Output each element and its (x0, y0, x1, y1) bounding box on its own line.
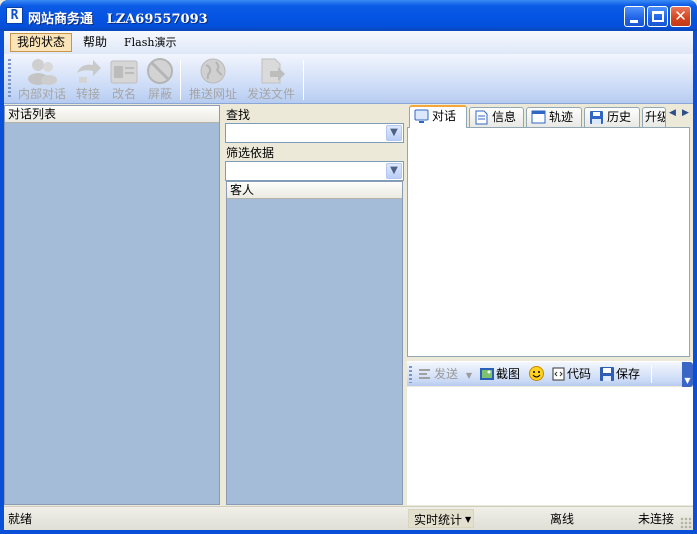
send-file-icon (261, 58, 285, 84)
tab-info[interactable]: 信息 (469, 107, 524, 127)
emoji-button[interactable] (529, 366, 546, 382)
send-label: 发送 (434, 367, 459, 381)
message-input[interactable] (407, 387, 693, 505)
toolbar-overflow-icon[interactable]: ▼ (682, 362, 693, 387)
transfer-button[interactable]: 转接 (72, 57, 104, 103)
guest-list[interactable]: 客人 (226, 181, 403, 505)
close-icon: ✕ (674, 7, 687, 25)
tab-chat[interactable]: 对话 (409, 105, 467, 128)
minimize-button[interactable] (624, 6, 645, 27)
chat-tabs: 对话 信息 轨迹 历史 升 ◀ ▶ (407, 105, 693, 128)
document-icon (475, 110, 488, 125)
code-button[interactable]: 代码 (552, 366, 591, 382)
caret-down-icon: ▼ (465, 515, 472, 524)
code-label: 代码 (567, 367, 592, 381)
push-url-label: 推送网址 (188, 87, 237, 101)
globe-icon (200, 58, 226, 84)
menu-bar: 我的状态 帮助 Flash演示 (4, 31, 693, 54)
conversation-list-header[interactable]: 对话列表 (5, 106, 219, 123)
online-state: 离线 (550, 512, 575, 526)
filter-label: 筛选依据 (226, 146, 275, 160)
save-button[interactable]: 保存 (600, 366, 640, 382)
tab-scroll-left-icon[interactable]: ◀ (669, 108, 676, 118)
toolbar-end-separator (303, 60, 304, 100)
save-label: 保存 (616, 367, 641, 381)
minimize-icon (630, 20, 638, 23)
chat-toolbar: 发送 ▼ 截图 代码 保存 ▼ (407, 361, 693, 387)
screenshot-icon (480, 368, 494, 380)
tab-scroll-right-icon[interactable]: ▶ (682, 108, 689, 118)
status-ready: 就绪 (8, 512, 33, 526)
app-window: R 网站商务通 LZA69557093 ✕ 我的状态 帮助 Flash演示 内部… (0, 0, 697, 534)
internal-chat-button[interactable]: 内部对话 (16, 57, 68, 103)
block-button[interactable]: 屏蔽 (144, 57, 176, 103)
toolbar-grip[interactable] (8, 59, 11, 99)
monitor-chat-icon (414, 109, 429, 123)
block-icon (147, 58, 173, 84)
menu-my-status[interactable]: 我的状态 (10, 33, 73, 52)
chat-toolbar-grip[interactable] (409, 366, 412, 383)
resize-grip[interactable] (680, 517, 692, 529)
maximize-button[interactable] (647, 6, 668, 27)
toolbar-separator (180, 60, 181, 100)
chat-toolbar-separator (651, 366, 652, 383)
chevron-down-icon[interactable]: ▼ (386, 163, 402, 179)
window-title: 网站商务通 LZA69557093 (28, 12, 208, 27)
rename-icon (110, 60, 138, 84)
send-file-button[interactable]: 发送文件 (243, 57, 299, 103)
filter-combobox[interactable]: ▼ (225, 161, 404, 181)
transfer-icon (77, 60, 101, 83)
tab-upgrade[interactable]: 升级 (642, 107, 666, 127)
status-bar: 就绪 实时统计 ▼ 离线 未连接 (4, 506, 693, 530)
save-icon (600, 367, 614, 381)
search-combobox[interactable]: ▼ (225, 123, 404, 143)
block-label: 屏蔽 (147, 87, 172, 101)
conversation-list-panel[interactable]: 对话列表 (4, 105, 220, 505)
internal-chat-label: 内部对话 (17, 87, 66, 101)
screenshot-label: 截图 (496, 367, 521, 381)
search-panel: 查找 ▼ 筛选依据 ▼ 客人 (224, 105, 405, 505)
screenshot-button[interactable]: 截图 (480, 366, 520, 382)
send-icon (419, 369, 430, 379)
smiley-icon (529, 366, 544, 381)
send-dropdown-icon[interactable]: ▼ (466, 371, 472, 380)
menu-help[interactable]: 帮助 (76, 33, 114, 52)
tab-chat-label: 对话 (432, 109, 457, 123)
chat-history-view[interactable] (407, 127, 690, 357)
main-toolbar: 内部对话 转接 改名 屏蔽 推送网址 发送文件 (4, 54, 693, 104)
chevron-down-icon[interactable]: ▼ (386, 125, 402, 141)
window-trace-icon (531, 110, 546, 124)
tab-history[interactable]: 历史 (584, 107, 640, 127)
code-icon (552, 367, 565, 381)
tab-info-label: 信息 (492, 110, 517, 124)
title-bar[interactable]: R 网站商务通 LZA69557093 ✕ (0, 0, 697, 31)
send-file-label: 发送文件 (246, 87, 295, 101)
guest-list-header[interactable]: 客人 (227, 182, 402, 199)
search-label: 查找 (226, 108, 251, 122)
realtime-stats-button[interactable]: 实时统计 ▼ (408, 509, 474, 528)
connection-status: 未连接 (638, 512, 675, 526)
realtime-stats-label: 实时统计 (414, 513, 463, 527)
maximize-icon (652, 11, 664, 22)
push-url-button[interactable]: 推送网址 (187, 57, 239, 103)
chat-panel: 对话 信息 轨迹 历史 升 ◀ ▶ 发送 ▼ 截图 代码 保存 ▼ (407, 105, 693, 505)
tab-trace-label: 轨迹 (549, 110, 574, 124)
menu-flash-demo[interactable]: Flash演示 (117, 33, 183, 52)
tab-history-label: 历史 (607, 110, 632, 124)
send-button[interactable]: 发送 ▼ (418, 366, 472, 384)
tab-upgrade-label: 升级 (645, 110, 665, 124)
close-button[interactable]: ✕ (670, 6, 691, 27)
app-logo-icon[interactable]: R (6, 7, 23, 24)
rename-label: 改名 (111, 87, 136, 101)
people-icon (28, 59, 57, 85)
client-area: 我的状态 帮助 Flash演示 内部对话 转接 改名 屏蔽 推送网址 发送文件 … (4, 31, 693, 530)
tab-trace[interactable]: 轨迹 (526, 107, 582, 127)
rename-button[interactable]: 改名 (108, 57, 140, 103)
transfer-label: 转接 (75, 87, 100, 101)
floppy-icon (590, 111, 603, 124)
